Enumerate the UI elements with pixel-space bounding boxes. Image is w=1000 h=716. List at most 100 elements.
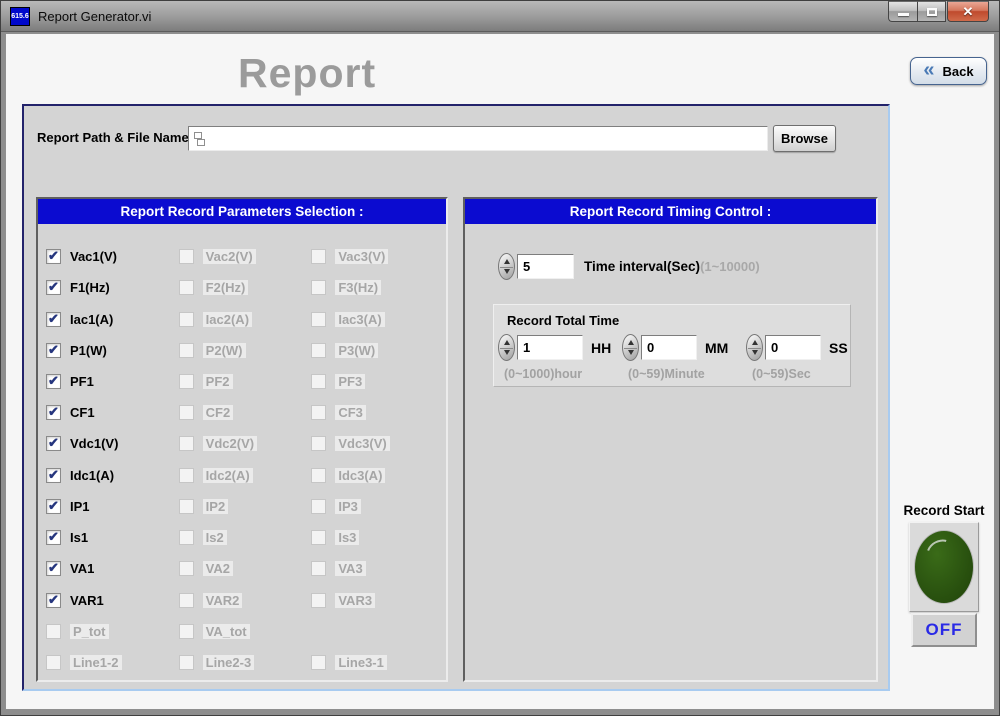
checkbox-is2[interactable] [179,530,194,545]
increment-arrow-icon[interactable] [752,340,758,345]
minimize-button[interactable] [888,1,917,22]
spinner-divider [500,267,513,268]
checkbox-va3[interactable] [311,561,326,576]
parameter-row: Vdc3(V) [311,428,444,459]
checkbox-cf2[interactable] [179,405,194,420]
checkbox-ip3[interactable] [311,499,326,514]
parameter-row: Is1 [46,522,179,553]
checkbox-var2[interactable] [179,593,194,608]
parameter-row: IP3 [311,491,444,522]
increment-arrow-icon[interactable] [504,340,510,345]
checkbox-vac3-v[interactable] [311,249,326,264]
parameter-row-empty [311,616,444,647]
spinner-interval [498,253,515,280]
record-total-time-fields: 1HH(0~1000)hour0MM(0~59)Minute0SS(0~59)S… [498,334,856,381]
time-value-ss[interactable]: 0 [765,335,821,360]
checkbox-vdc2-v[interactable] [179,436,194,451]
checkbox-label-line3-1: Line3-1 [335,655,387,670]
decrement-arrow-icon[interactable] [504,269,510,274]
checkbox-is1[interactable] [46,530,61,545]
record-total-time-box: Record Total Time 1HH(0~1000)hour 0 MM (0~5… [493,304,851,387]
checkbox-p3-w[interactable] [311,343,326,358]
checkbox-vdc1-v[interactable] [46,436,61,451]
checkbox-vac2-v[interactable] [179,249,194,264]
spinner-divider [624,348,637,349]
timing-panel-header: Report Record Timing Control : [465,199,876,224]
time-hint-mm: (0~59)Minute [628,367,746,381]
increment-arrow-icon[interactable] [504,259,510,264]
parameters-column: Vac2(V)F2(Hz)Iac2(A)P2(W)PF2CF2Vdc2(V)Id… [179,241,312,678]
checkbox-p-tot[interactable] [46,624,61,639]
time-interval-value[interactable]: 5 [517,254,574,279]
checkbox-ip2[interactable] [179,499,194,514]
parameter-row: IP2 [179,491,312,522]
checkbox-iac3-a[interactable] [311,312,326,327]
checkbox-label-idc3-a: Idc3(A) [335,468,385,483]
report-path-input[interactable] [188,126,768,151]
time-value-mm[interactable]: 0 [641,335,697,360]
spinner-mm [622,334,639,361]
checkbox-va2[interactable] [179,561,194,576]
decrement-arrow-icon[interactable] [628,350,634,355]
time-unit-mm: MM [705,340,728,356]
double-chevron-left-icon: « [923,60,934,80]
time-hint-ss: (0~59)Sec [752,367,856,381]
checkbox-p1-w[interactable] [46,343,61,358]
checkbox-ip1[interactable] [46,499,61,514]
checkbox-line2-3[interactable] [179,655,194,670]
timing-panel: Report Record Timing Control : 5 Time in… [463,197,878,682]
decrement-arrow-icon[interactable] [752,350,758,355]
checkbox-line1-2[interactable] [46,655,61,670]
record-total-time-label: Record Total Time [507,313,619,328]
window-title: Report Generator.vi [38,9,151,24]
close-icon: ✕ [963,5,974,18]
restore-button[interactable] [917,1,946,22]
checkbox-cf3[interactable] [311,405,326,420]
checkbox-pf1[interactable] [46,374,61,389]
parameter-row: Idc1(A) [46,460,179,491]
checkbox-va1[interactable] [46,561,61,576]
parameter-row: Iac3(A) [311,303,444,334]
checkbox-idc3-a[interactable] [311,468,326,483]
checkbox-vdc3-v[interactable] [311,436,326,451]
parameter-row: Idc2(A) [179,460,312,491]
checkbox-pf3[interactable] [311,374,326,389]
parameter-row: VAR1 [46,584,179,615]
checkbox-iac2-a[interactable] [179,312,194,327]
back-button-label: Back [943,64,974,79]
decrement-arrow-icon[interactable] [504,350,510,355]
time-value-hh[interactable]: 1 [517,335,583,360]
checkbox-label-vac1-v: Vac1(V) [70,249,117,264]
parameter-row: Idc3(A) [311,460,444,491]
checkbox-vac1-v[interactable] [46,249,61,264]
checkbox-va-tot[interactable] [179,624,194,639]
checkbox-line3-1[interactable] [311,655,326,670]
parameter-row: P2(W) [179,335,312,366]
parameter-row: VAR2 [179,584,312,615]
time-field-column-mm: 0 MM (0~59)Minute [622,334,746,381]
checkbox-pf2[interactable] [179,374,194,389]
checkbox-p2-w[interactable] [179,343,194,358]
time-field-column-hh: 1HH(0~1000)hour [498,334,622,381]
checkbox-idc2-a[interactable] [179,468,194,483]
back-button[interactable]: « Back [910,57,987,85]
increment-arrow-icon[interactable] [628,340,634,345]
checkbox-f3-hz[interactable] [311,280,326,295]
parameter-row: VA2 [179,553,312,584]
checkbox-cf1[interactable] [46,405,61,420]
record-start-button[interactable] [909,522,979,612]
parameters-grid: Vac1(V)F1(Hz)Iac1(A)P1(W)PF1CF1Vdc1(V)Id… [42,226,444,678]
checkbox-var3[interactable] [311,593,326,608]
checkbox-iac1-a[interactable] [46,312,61,327]
parameter-row: Line2-3 [179,647,312,678]
checkbox-f2-hz[interactable] [179,280,194,295]
checkbox-f1-hz[interactable] [46,280,61,295]
close-button[interactable]: ✕ [947,1,989,22]
checkbox-label-iac3-a: Iac3(A) [335,312,384,327]
checkbox-is3[interactable] [311,530,326,545]
checkbox-idc1-a[interactable] [46,468,61,483]
checkbox-label-var1: VAR1 [70,593,104,608]
browse-button[interactable]: Browse [773,125,836,152]
checkbox-var1[interactable] [46,593,61,608]
parameter-row: VA_tot [179,616,312,647]
